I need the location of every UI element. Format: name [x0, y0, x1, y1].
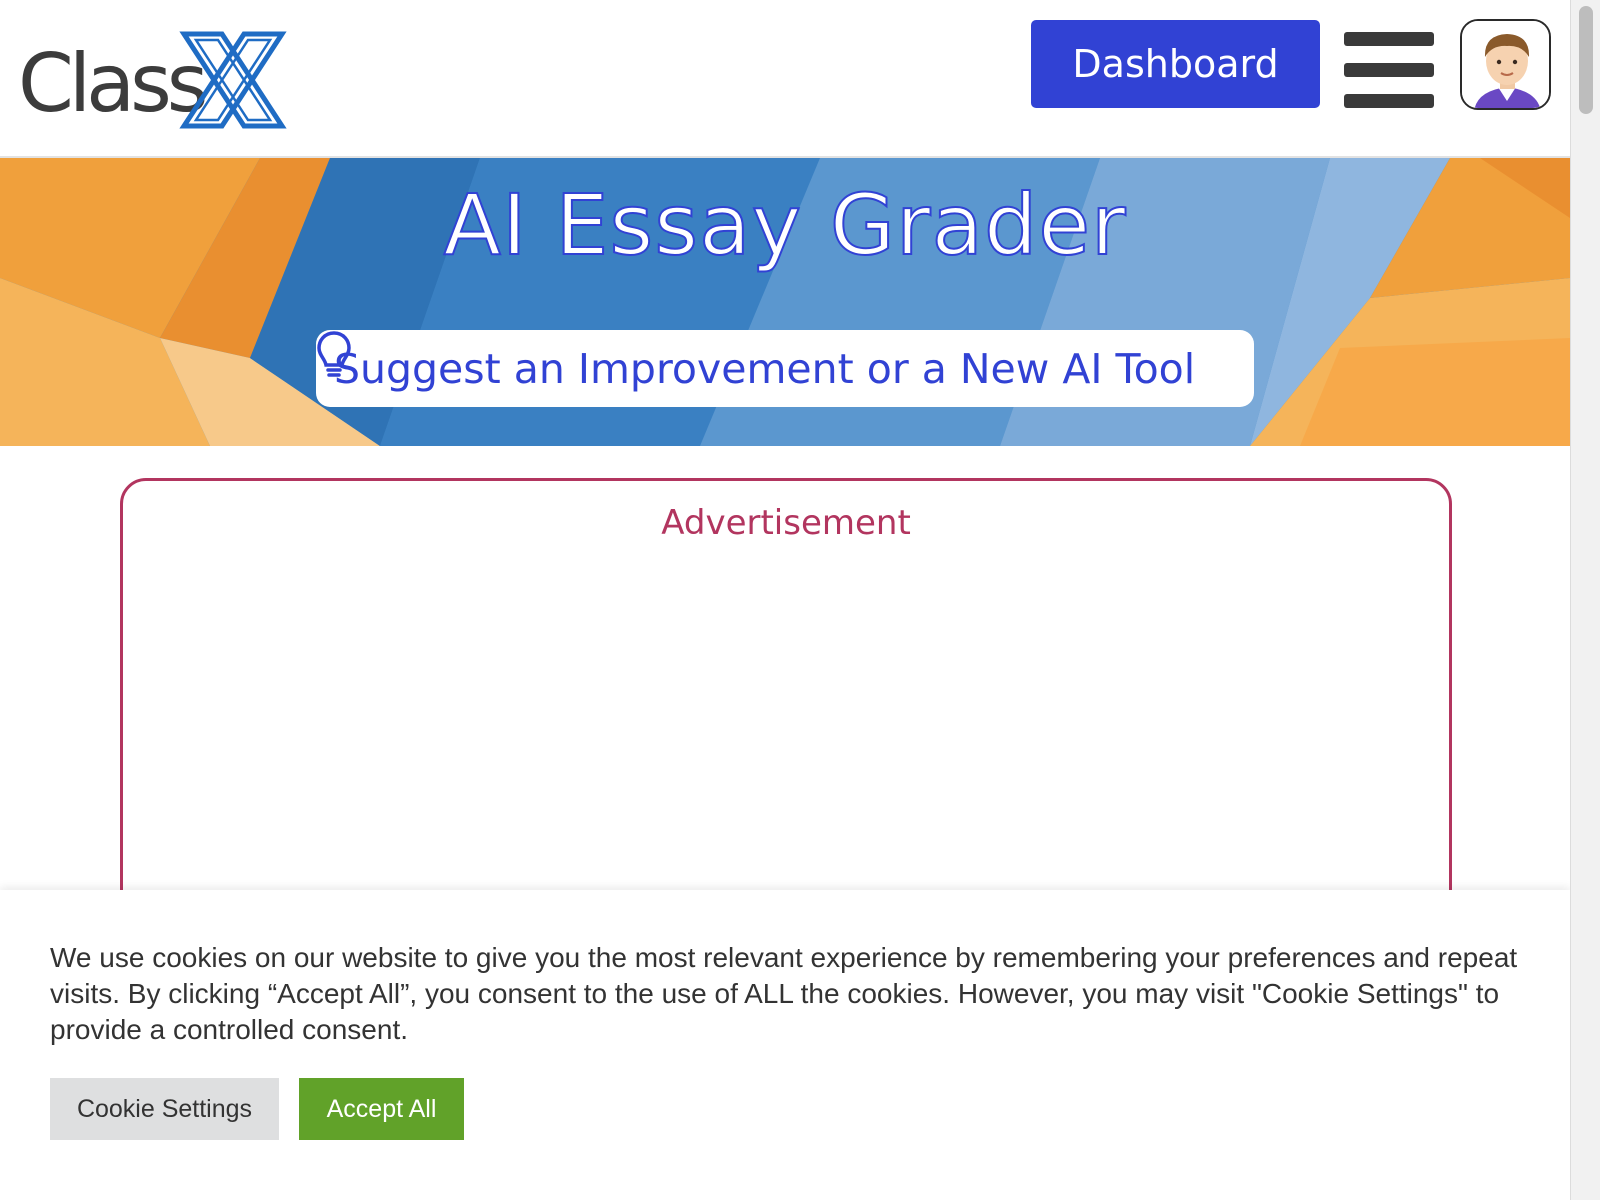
accept-all-button[interactable]: Accept All: [299, 1078, 464, 1140]
hero-banner: AI Essay Grader Suggest an Improvement o…: [0, 158, 1570, 446]
cookie-message: We use cookies on our website to give yo…: [50, 942, 1518, 1045]
site-header: Class Dashboard: [0, 0, 1570, 158]
suggest-improvement-button[interactable]: Suggest an Improvement or a New AI Tool: [316, 330, 1254, 407]
vertical-scrollbar[interactable]: [1570, 0, 1600, 1200]
hamburger-menu-icon[interactable]: [1344, 30, 1434, 110]
page-title: AI Essay Grader: [442, 175, 1127, 275]
suggest-label: Suggest an Improvement or a New AI Tool: [334, 344, 1196, 393]
avatar-illustration: [1462, 21, 1549, 108]
logo-wordmark: Class: [18, 37, 208, 130]
advertisement-box: Advertisement: [120, 478, 1452, 938]
classx-logo[interactable]: Class: [18, 30, 287, 130]
cookie-consent-banner: We use cookies on our website to give yo…: [0, 890, 1570, 1200]
lightbulb-icon: [317, 331, 351, 377]
user-avatar-icon[interactable]: [1460, 19, 1551, 110]
dashboard-button[interactable]: Dashboard: [1031, 20, 1320, 108]
scrollbar-thumb[interactable]: [1579, 6, 1593, 114]
menu-line: [1344, 32, 1434, 46]
logo-x-mark: [179, 31, 287, 129]
advertisement-label: Advertisement: [661, 503, 911, 543]
menu-line: [1344, 63, 1434, 77]
cookie-settings-button[interactable]: Cookie Settings: [50, 1078, 279, 1140]
menu-line: [1344, 94, 1434, 108]
